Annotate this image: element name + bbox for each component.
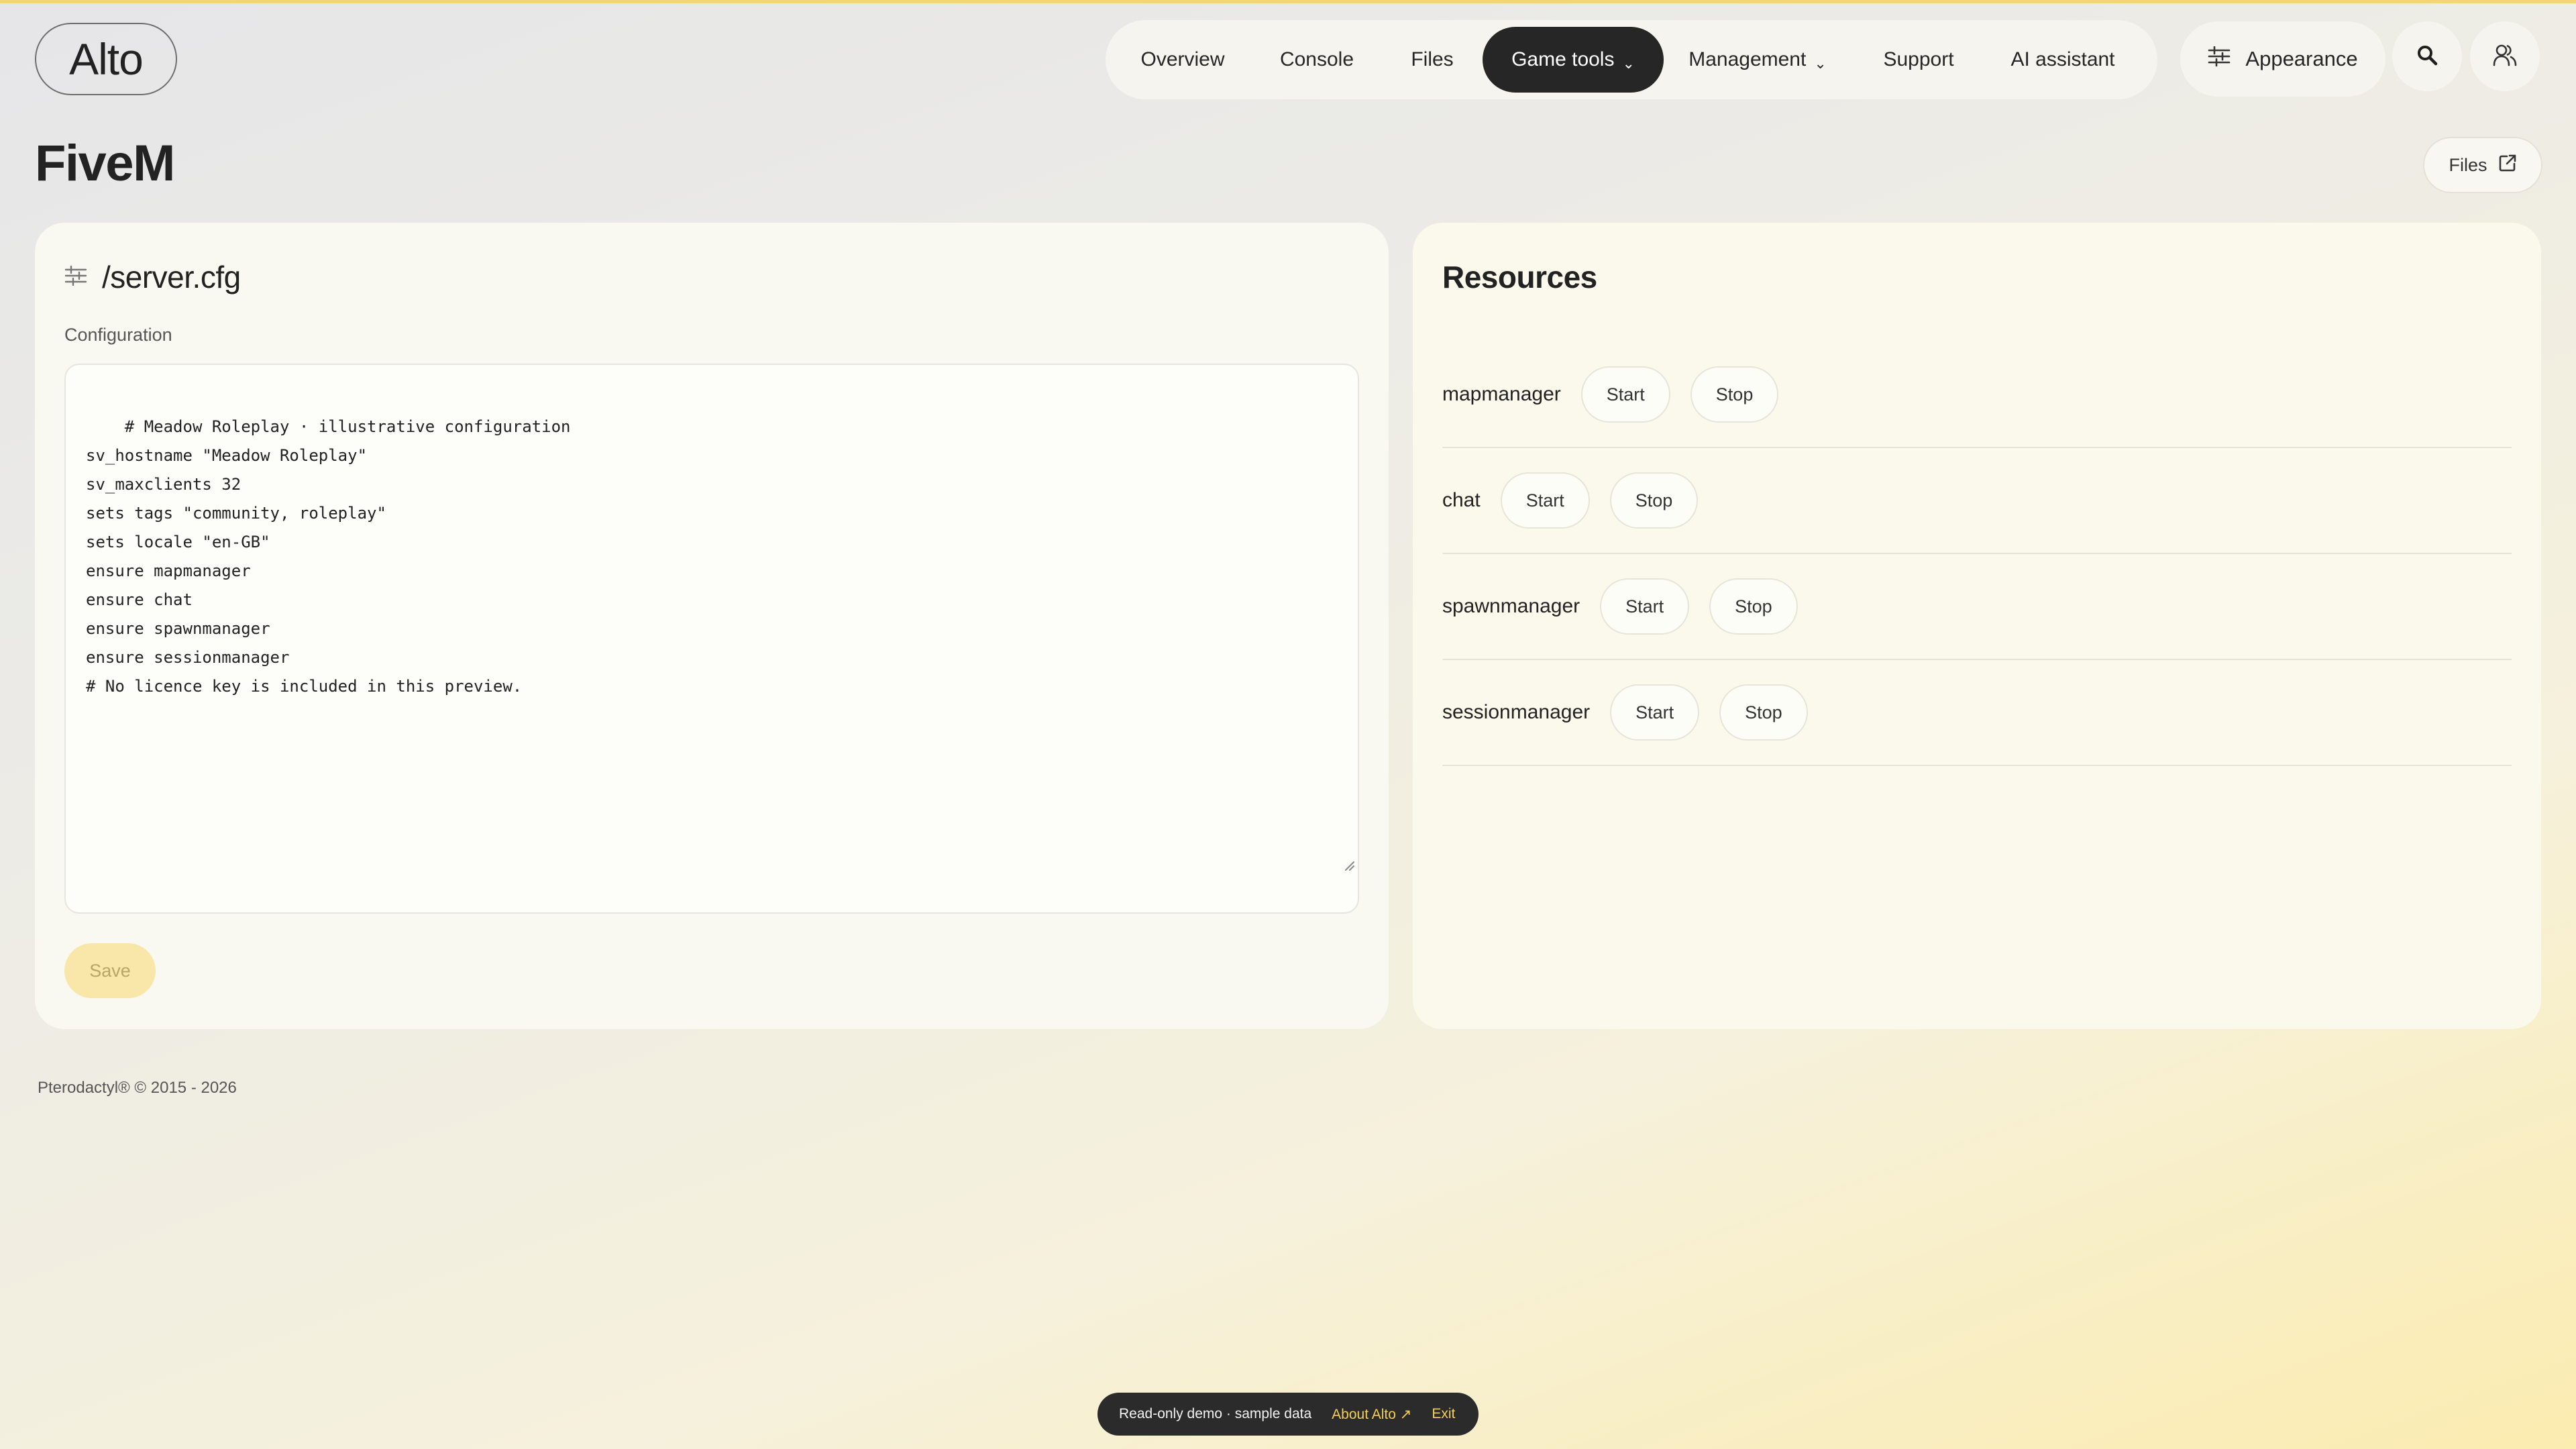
- main-nav: Overview Console Files Game tools ⌄ Manag…: [1106, 20, 2157, 99]
- nav-ai-assistant[interactable]: AI assistant: [1986, 27, 2140, 93]
- stop-button[interactable]: Stop: [1690, 366, 1779, 423]
- stop-button[interactable]: Stop: [1609, 472, 1699, 529]
- users-icon: [2493, 44, 2517, 70]
- start-button-label: Start: [1625, 596, 1664, 616]
- resize-grip-icon[interactable]: [1285, 823, 1355, 910]
- nav-game-tools[interactable]: Game tools ⌄: [1483, 27, 1664, 93]
- chevron-down-icon: ⌄: [1622, 55, 1635, 72]
- search-button[interactable]: [2392, 21, 2462, 91]
- about-link[interactable]: About Alto ↗: [1332, 1406, 1411, 1423]
- nav-management[interactable]: Management ⌄: [1664, 27, 1851, 93]
- sliders-icon: [64, 265, 87, 289]
- start-button[interactable]: Start: [1610, 684, 1700, 741]
- nav-files[interactable]: Files: [1382, 27, 1483, 93]
- config-file-title: /server.cfg: [102, 260, 241, 294]
- resource-name: spawnmanager: [1442, 595, 1580, 617]
- resources-title: Resources: [1442, 260, 1597, 294]
- nav-ai-assistant-label: AI assistant: [2010, 48, 2115, 70]
- save-button-label: Save: [89, 960, 131, 981]
- nav-overview[interactable]: Overview: [1114, 27, 1252, 93]
- footer-copyright: Pterodactyl® © 2015 - 2026: [38, 1079, 237, 1097]
- config-card: /server.cfg Configuration # Meadow Rolep…: [35, 223, 1389, 1029]
- chevron-down-icon: ⌄: [1814, 55, 1827, 72]
- logo-text: Alto: [69, 34, 144, 84]
- config-editor[interactable]: # Meadow Roleplay · illustrative configu…: [64, 364, 1359, 914]
- nav-management-label: Management: [1688, 48, 1807, 70]
- about-link-label: About Alto: [1332, 1406, 1396, 1422]
- files-external-link[interactable]: Files: [2423, 137, 2542, 193]
- start-button[interactable]: Start: [1600, 578, 1690, 635]
- resource-row: mapmanager Start Stop: [1442, 342, 2512, 448]
- stop-button-label: Stop: [1635, 490, 1673, 511]
- start-button[interactable]: Start: [1500, 472, 1590, 529]
- top-accent-line: [0, 0, 2576, 3]
- config-editor-text: # Meadow Roleplay · illustrative configu…: [86, 417, 571, 696]
- sliders-icon: [2208, 46, 2231, 72]
- appearance-label: Appearance: [2245, 47, 2358, 70]
- stop-button[interactable]: Stop: [1709, 578, 1798, 635]
- nav-console[interactable]: Console: [1252, 27, 1382, 93]
- start-button-label: Start: [1606, 384, 1645, 405]
- stop-button-label: Stop: [1715, 384, 1754, 405]
- arrow-up-right-icon: ↗: [1399, 1406, 1412, 1422]
- resource-name: mapmanager: [1442, 383, 1561, 405]
- users-button[interactable]: [2470, 21, 2540, 91]
- start-button[interactable]: Start: [1580, 366, 1670, 423]
- stop-button-label: Stop: [1745, 702, 1782, 722]
- resources-card: Resources mapmanager Start Stop chat Sta…: [1413, 223, 2541, 1029]
- files-link-label: Files: [2449, 154, 2487, 175]
- nav-overview-label: Overview: [1140, 48, 1225, 70]
- start-button-label: Start: [1635, 702, 1674, 722]
- appearance-button[interactable]: Appearance: [2180, 21, 2385, 97]
- search-icon: [2416, 44, 2438, 69]
- exit-link[interactable]: Exit: [1432, 1406, 1455, 1422]
- nav-game-tools-label: Game tools: [1511, 48, 1615, 70]
- demo-banner-text: Read-only demo · sample data: [1119, 1406, 1312, 1421]
- demo-banner: Read-only demo · sample data About Alto …: [1097, 1393, 1479, 1436]
- page-title: FiveM: [35, 135, 175, 192]
- nav-support[interactable]: Support: [1851, 27, 1986, 93]
- alto-logo[interactable]: Alto: [35, 23, 177, 95]
- stop-button-label: Stop: [1735, 596, 1772, 616]
- nav-support-label: Support: [1883, 48, 1954, 70]
- resource-row: chat Start Stop: [1442, 448, 2512, 554]
- resource-name: sessionmanager: [1442, 701, 1591, 723]
- stop-button[interactable]: Stop: [1719, 684, 1808, 741]
- save-button[interactable]: Save: [64, 943, 156, 998]
- resource-name: chat: [1442, 489, 1481, 511]
- nav-console-label: Console: [1279, 48, 1354, 70]
- start-button-label: Start: [1525, 490, 1564, 511]
- resource-row: sessionmanager Start Stop: [1442, 660, 2512, 766]
- external-link-icon: [2498, 154, 2517, 177]
- nav-files-label: Files: [1411, 48, 1454, 70]
- config-label: Configuration: [64, 325, 172, 345]
- resources-list: mapmanager Start Stop chat Start Stop sp…: [1442, 342, 2512, 766]
- resource-row: spawnmanager Start Stop: [1442, 554, 2512, 660]
- config-header: /server.cfg: [64, 259, 241, 295]
